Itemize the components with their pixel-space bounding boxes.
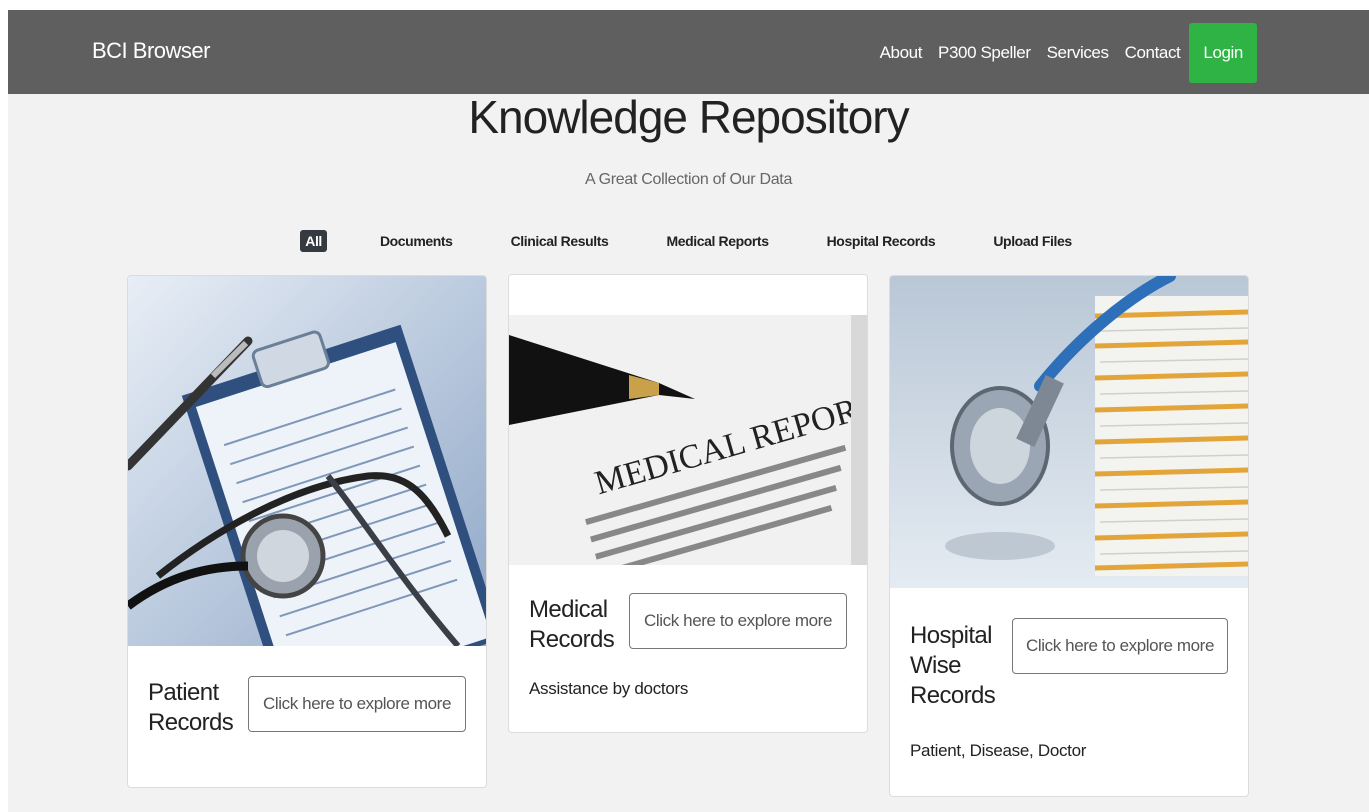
card-title-line: Records — [910, 682, 996, 709]
card-title-line: Records — [148, 709, 234, 736]
filter-upload-files[interactable]: Upload Files — [988, 230, 1076, 252]
card-description: Patient, Disease, Doctor — [910, 741, 1087, 760]
filter-all[interactable]: All — [300, 230, 327, 252]
brand-logo[interactable]: BCI Browser — [92, 38, 210, 64]
page-title: Knowledge Repository — [468, 91, 909, 143]
explore-button[interactable]: Click here to explore more — [629, 593, 847, 649]
nav-link-contact[interactable]: Contact — [1125, 43, 1181, 63]
explore-button[interactable]: Click here to explore more — [248, 676, 466, 732]
filter-medical-reports[interactable]: Medical Reports — [661, 230, 773, 252]
page: BCI Browser About P300 Speller Services … — [8, 10, 1369, 812]
patient-records-image — [128, 276, 486, 646]
card-title-line: Medical — [529, 596, 608, 623]
page-subtitle: A Great Collection of Our Data — [584, 171, 793, 188]
card-medical-records: MEDICAL REPORT Medical Records Click her… — [508, 274, 868, 733]
filter-bar: All Documents Clinical Results Medical R… — [8, 230, 1369, 252]
card-title-line: Hospital — [910, 622, 993, 649]
nav-links: About P300 Speller Services Contact Logi… — [864, 23, 1257, 83]
card-description: Assistance by doctors — [529, 679, 689, 698]
filter-clinical-results[interactable]: Clinical Results — [506, 230, 614, 252]
card-patient-records: Patient Records Click here to explore mo… — [127, 275, 487, 788]
card-title-line: Patient — [148, 679, 219, 706]
card-title: Patient Records — [148, 678, 234, 738]
card-title-line: Wise — [910, 652, 962, 679]
login-button[interactable]: Login — [1189, 23, 1257, 83]
navbar: BCI Browser About P300 Speller Services … — [8, 10, 1369, 94]
explore-button[interactable]: Click here to explore more — [1012, 618, 1228, 674]
nav-link-about[interactable]: About — [880, 43, 923, 63]
hospital-wise-records-image — [890, 276, 1248, 588]
filter-hospital-records[interactable]: Hospital Records — [822, 230, 941, 252]
nav-link-p300-speller[interactable]: P300 Speller — [938, 43, 1031, 63]
medical-records-image: MEDICAL REPORT — [509, 275, 867, 565]
card-title: Hospital Wise Records — [910, 621, 996, 711]
card-hospital-wise-records: Hospital Wise Records Click here to expl… — [889, 275, 1249, 797]
card-title: Medical Records — [529, 595, 615, 655]
card-title-line: Records — [529, 626, 615, 653]
nav-link-services[interactable]: Services — [1047, 43, 1109, 63]
filter-documents[interactable]: Documents — [375, 230, 458, 252]
